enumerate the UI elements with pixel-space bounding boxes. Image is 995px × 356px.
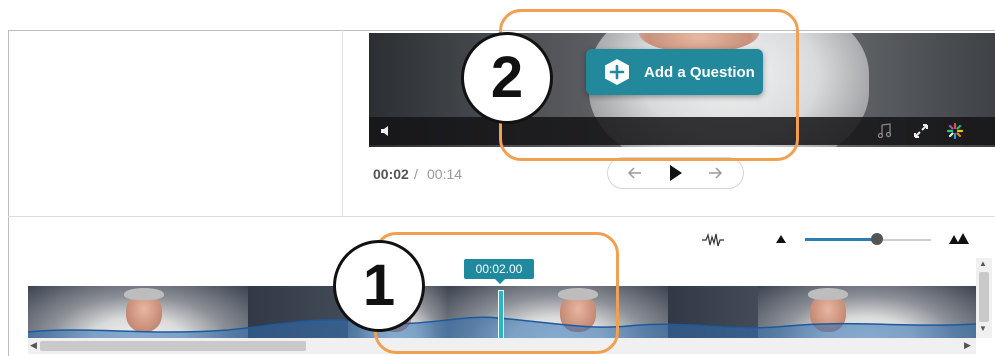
volume-icon[interactable] <box>379 124 393 138</box>
timeline-frame <box>758 286 976 338</box>
vertical-scroll-thumb[interactable] <box>979 272 989 322</box>
timeline-divider <box>8 216 995 217</box>
frame-hair <box>124 288 164 300</box>
fullscreen-icon[interactable] <box>912 122 930 140</box>
panel-divider <box>342 30 343 217</box>
scroll-left-icon[interactable]: ◀ <box>30 340 37 351</box>
total-duration: 00:14 <box>427 166 463 182</box>
left-border <box>8 30 9 356</box>
triangle-large-icon[interactable] <box>948 232 970 246</box>
zoom-slider-thumb[interactable] <box>871 233 883 245</box>
arrow-left-icon[interactable] <box>624 162 646 184</box>
music-note-icon[interactable] <box>876 122 894 140</box>
timeline-frame <box>28 286 248 338</box>
current-time: 00:02 <box>373 166 409 182</box>
frame-hair <box>808 288 848 300</box>
horizontal-scroll-thumb[interactable] <box>40 341 306 351</box>
callout-number-2: 2 <box>461 32 553 124</box>
zoom-slider-fill <box>805 238 877 241</box>
play-icon[interactable] <box>664 162 686 184</box>
scroll-right-icon[interactable]: ▶ <box>964 340 971 351</box>
waveform-icon[interactable] <box>701 232 725 248</box>
triangle-small-icon[interactable] <box>775 234 787 244</box>
timeline-frame <box>668 286 758 338</box>
scroll-down-icon[interactable]: ▼ <box>979 324 987 333</box>
time-separator: / <box>414 166 418 182</box>
arrow-right-icon[interactable] <box>704 162 726 184</box>
scroll-up-icon[interactable]: ▲ <box>979 259 987 268</box>
playback-controls <box>607 157 744 189</box>
color-wheel-icon[interactable] <box>946 122 964 140</box>
callout-number-1: 1 <box>333 240 425 332</box>
